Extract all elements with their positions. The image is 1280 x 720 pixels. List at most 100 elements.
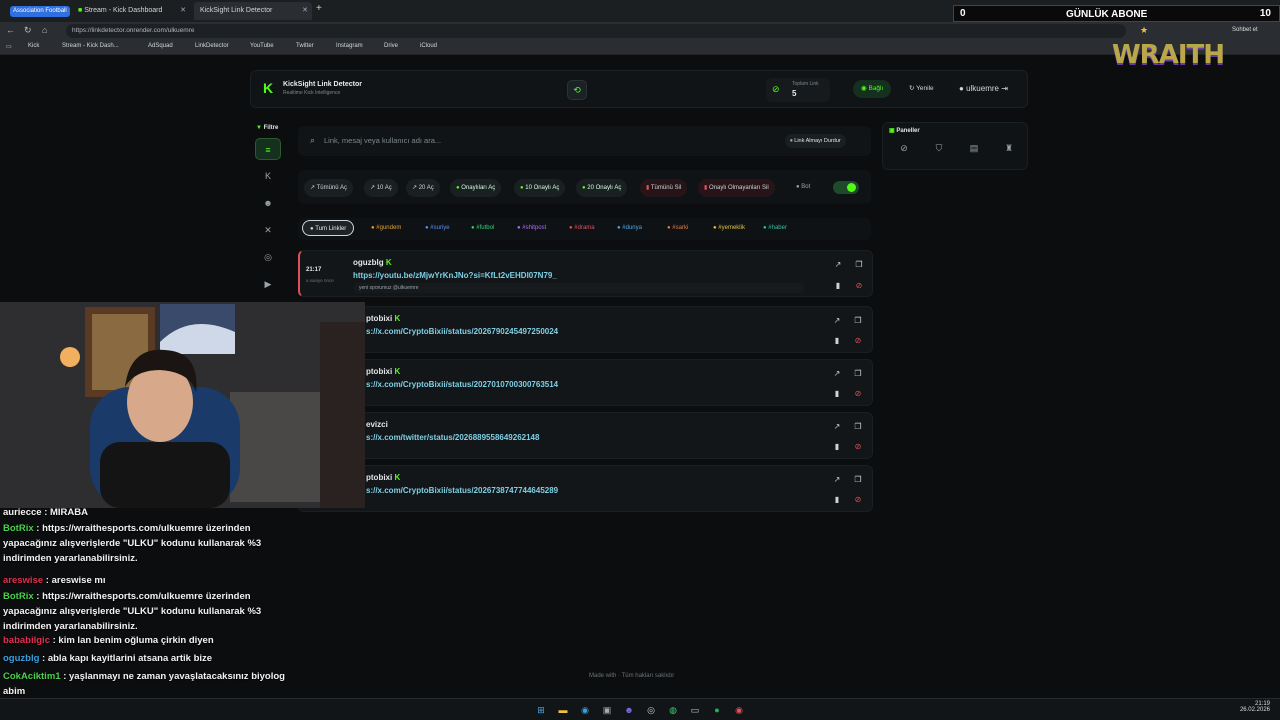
trash-icon[interactable]: ▮ [831, 335, 843, 347]
chat-username[interactable]: oguzblg [3, 653, 39, 664]
reload-icon[interactable]: ↻ [24, 25, 32, 36]
folder-icon[interactable]: ▬ [556, 703, 570, 717]
copy-icon[interactable]: ❐ [852, 421, 864, 433]
trash-icon[interactable]: ▮ [831, 494, 843, 506]
card-link[interactable]: s://x.com/twitter/status/202688955864926… [366, 433, 539, 442]
open-all-button[interactable]: ↗ Tümünü Aç [304, 179, 353, 197]
filter-youtube-icon[interactable]: ▶ [255, 273, 281, 295]
link-card[interactable]: evizci s://x.com/twitter/status/20268895… [298, 412, 873, 459]
chip-dunya[interactable]: ● #dunya [610, 220, 649, 236]
close-icon[interactable]: ✕ [302, 2, 308, 20]
edge-icon[interactable]: ◉ [578, 703, 592, 717]
copy-icon[interactable]: ❐ [852, 315, 864, 327]
bookmark-youtube[interactable]: YouTube [250, 43, 274, 49]
filter-all-icon[interactable]: ≡ [255, 138, 281, 160]
bookmark-linkdetector[interactable]: LinkDetector [195, 43, 229, 49]
trophy-icon[interactable]: ♜ [1000, 143, 1018, 159]
external-link-icon[interactable]: ↗ [831, 421, 843, 433]
steam-icon[interactable]: ◎ [644, 703, 658, 717]
chat-username[interactable]: BotRix [3, 523, 34, 534]
open-10-approved-button[interactable]: ● 10 Onaylı Aç [514, 179, 566, 197]
refresh-button[interactable]: ↻ Yenile [901, 80, 942, 98]
chip-yemeklik[interactable]: ● #yemeklik [706, 220, 752, 236]
chat-label[interactable]: Sohbet et [1232, 27, 1258, 33]
search-input[interactable]: Link, mesaj veya kullanıcı adı ara... [324, 136, 441, 145]
bookmark-stream[interactable]: Stream - Kick Dash... [62, 43, 119, 49]
card-link[interactable]: https://youtu.be/zMjwYrKnJNo?si=KfLt2vEH… [353, 271, 557, 280]
bookmark-kick[interactable]: Kick [28, 43, 39, 49]
home-icon[interactable]: ⌂ [42, 25, 47, 35]
ban-icon[interactable]: ⊘ [852, 494, 864, 506]
new-tab-icon[interactable]: + [316, 3, 322, 14]
card-link[interactable]: s://x.com/CryptoBixii/status/20270107003… [366, 380, 558, 389]
link-card[interactable]: 21:17 a saniye önce oguzblg K https://yo… [298, 250, 873, 297]
bookmark-adsquad[interactable]: AdSquad [148, 43, 173, 49]
ban-icon[interactable]: ⊘ [852, 388, 864, 400]
chip-haber[interactable]: ● #haber [756, 220, 794, 236]
stop-links-button[interactable]: ⏸ Link Almayı Durdur [785, 134, 846, 148]
connected-badge[interactable]: ◉ Bağlı [853, 80, 892, 98]
card-link[interactable]: s://x.com/CryptoBixii/status/20267387477… [366, 486, 558, 495]
store-icon[interactable]: ▣ [600, 703, 614, 717]
delete-unapproved-button[interactable]: ▮ Onaylı Olmayanları Sil [698, 179, 775, 197]
shield-icon[interactable]: ⛉ [930, 143, 948, 159]
copy-icon[interactable]: ❐ [852, 368, 864, 380]
close-icon[interactable]: ✕ [180, 2, 186, 20]
filter-x-icon[interactable]: ✕ [255, 219, 281, 241]
tab-kicksight[interactable]: KickSight Link Detector ✕ [194, 2, 312, 20]
tab-kick-dashboard[interactable]: ■ Stream - Kick Dashboard ✕ [72, 2, 190, 20]
external-link-icon[interactable]: ↗ [832, 259, 844, 271]
bookmark-twitter[interactable]: Twitter [296, 43, 314, 49]
chip-gundem[interactable]: ● #gundem [364, 220, 408, 236]
discord-icon[interactable]: ☻ [622, 703, 636, 717]
chat-username[interactable]: bababilgic [3, 635, 50, 646]
external-link-icon[interactable]: ↗ [831, 315, 843, 327]
chat-username[interactable]: CokAciktim1 [3, 671, 61, 682]
back-icon[interactable]: ← [6, 25, 15, 35]
chat-username[interactable]: auriecce [3, 507, 42, 518]
tab-association-football[interactable]: Association Football [4, 2, 70, 20]
clock[interactable]: 21:19 26.02.2026 [1236, 701, 1270, 713]
trash-icon[interactable]: ▮ [831, 441, 843, 453]
open-20-approved-button[interactable]: ● 20 Onaylı Aç [576, 179, 628, 197]
ban-panel-icon[interactable]: ⊘ [895, 143, 913, 159]
bookmark-icloud[interactable]: iCloud [420, 43, 437, 49]
filter-kick-icon[interactable]: K [255, 165, 281, 187]
obs-icon[interactable]: ◉ [732, 703, 746, 717]
chip-sarki[interactable]: ● #sarki [660, 220, 695, 236]
bookmark-instagram[interactable]: Instagram [336, 43, 363, 49]
terminal-icon[interactable]: ▭ [688, 703, 702, 717]
open-10-button[interactable]: ↗ 10 Aç [364, 179, 398, 197]
link-card[interactable]: ptobixi K s://x.com/CryptoBixii/status/2… [298, 465, 873, 512]
ban-icon[interactable]: ⊘ [852, 441, 864, 453]
user-menu[interactable]: ● ulkuemre ⇥ [951, 80, 1016, 98]
card-link[interactable]: s://x.com/CryptoBixii/status/20267902454… [366, 327, 558, 336]
chip-shitpost[interactable]: ● #shitpost [510, 220, 553, 236]
filter-instagram-icon[interactable]: ◎ [255, 246, 281, 268]
chip-all-links[interactable]: ● Tum Linkler [302, 220, 355, 236]
open-20-button[interactable]: ↗ 20 Aç [406, 179, 440, 197]
url-input[interactable]: https://linkdetector.onrender.com/ulkuem… [66, 24, 1126, 38]
start-icon[interactable]: ⊞ [534, 703, 548, 717]
link-card[interactable]: ptobixi K s://x.com/CryptoBixii/status/2… [298, 359, 873, 406]
ban-icon[interactable]: ⊘ [853, 280, 865, 292]
link-icon-button[interactable]: ⟲ [567, 80, 587, 100]
bookmarks-icon[interactable]: ▭ [6, 43, 12, 50]
ban-icon[interactable]: ⊘ [852, 335, 864, 347]
copy-icon[interactable]: ❐ [852, 474, 864, 486]
trash-icon[interactable]: ▮ [832, 280, 844, 292]
chat-username[interactable]: BotRix [3, 591, 34, 602]
delete-all-button[interactable]: ▮ Tümünü Sil [640, 179, 688, 197]
open-approved-button[interactable]: ● Onaylıları Aç [450, 179, 502, 197]
external-link-icon[interactable]: ↗ [831, 368, 843, 380]
bookmark-drive[interactable]: Drive [384, 43, 398, 49]
star-icon[interactable]: ★ [1140, 25, 1148, 36]
spotify-icon[interactable]: ● [710, 703, 724, 717]
chip-suriye[interactable]: ● #suriye [418, 220, 457, 236]
trash-icon[interactable]: ▮ [831, 388, 843, 400]
external-link-icon[interactable]: ↗ [831, 474, 843, 486]
link-card[interactable]: ptobixi K s://x.com/CryptoBixii/status/2… [298, 306, 873, 353]
logout-icon[interactable]: ⇥ [1001, 84, 1008, 93]
chip-drama[interactable]: ● #drama [562, 220, 602, 236]
archive-icon[interactable]: ▤ [965, 143, 983, 159]
